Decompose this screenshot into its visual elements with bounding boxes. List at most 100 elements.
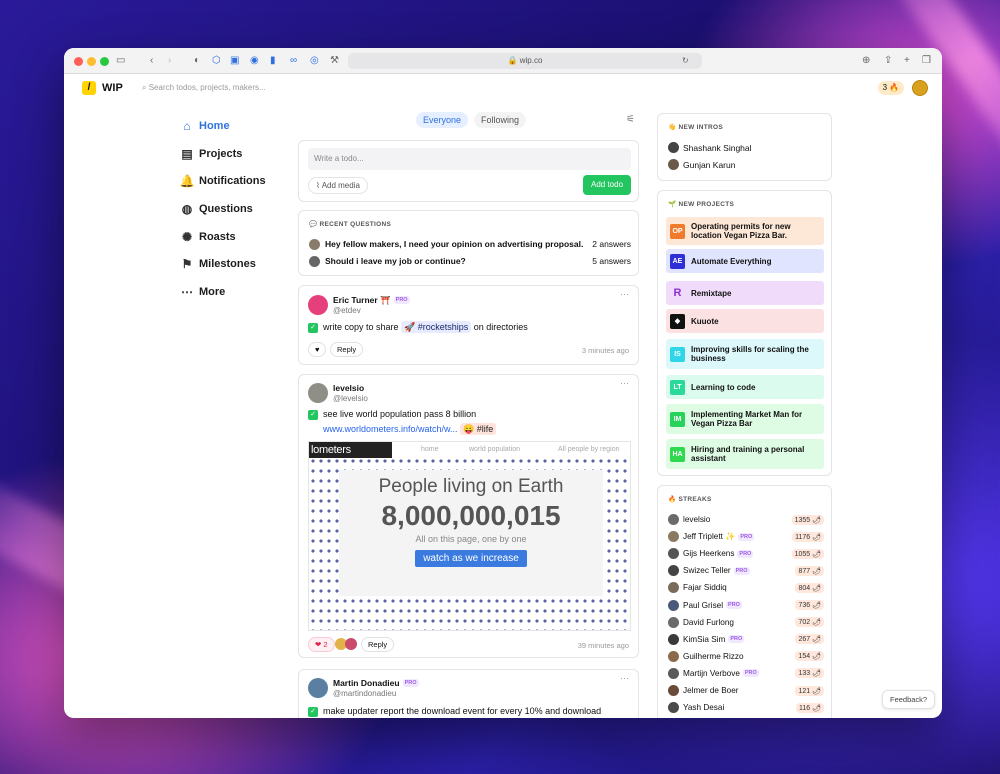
project-badge: ◆	[670, 313, 685, 329]
project-item[interactable]: LT Learning to code	[666, 375, 824, 399]
user-handle: @etdev	[333, 306, 361, 315]
more-options-icon[interactable]: ···	[620, 289, 629, 299]
avatar[interactable]	[308, 678, 328, 698]
streak-row[interactable]: Guilherme Rizzo 154 🌶	[668, 650, 824, 663]
wrench-icon[interactable]: ⚒	[330, 54, 339, 68]
streak-row[interactable]: Jeff Triplett ✨ PRO 1176 🌶	[668, 530, 824, 543]
question-row[interactable]: Hey fellow makers, I need your opinion o…	[309, 237, 631, 251]
reply-button[interactable]: Reply	[361, 637, 395, 652]
done-checkbox[interactable]: ✓	[308, 707, 318, 717]
sidebar-item-roasts[interactable]: ✺ Roasts	[178, 223, 288, 251]
minimize-window-button[interactable]	[87, 57, 96, 66]
more-options-icon[interactable]: ···	[620, 378, 629, 388]
reload-icon[interactable]: ↻	[682, 54, 689, 68]
feedback-button[interactable]: Feedback?	[882, 690, 936, 709]
streak-badge[interactable]: 3 🔥	[878, 81, 904, 95]
projects-icon: ▤	[181, 146, 193, 161]
answer-count: 2 answers	[592, 239, 631, 249]
project-item[interactable]: ◆ Kuuote	[666, 309, 824, 333]
add-todo-button[interactable]: Add todo	[583, 175, 631, 195]
streak-row[interactable]: Martijn Verbove PRO 133 🌶	[668, 667, 824, 680]
app-name[interactable]: WIP	[102, 81, 123, 95]
project-item[interactable]: IM Implementing Market Man for Vegan Pizz…	[666, 404, 824, 434]
intro-item[interactable]: Gunjan Karun	[668, 159, 735, 170]
streak-row[interactable]: Yash Desai 116 🌶	[668, 701, 824, 714]
add-media-button[interactable]: ⌇ Add media	[308, 177, 368, 194]
sidebar-item-more[interactable]: ⋯ More	[178, 278, 288, 306]
sidebar-item-label: Home	[199, 119, 230, 132]
project-item[interactable]: R Remixtape	[666, 281, 824, 305]
extension-icon[interactable]: ▮	[270, 54, 276, 68]
sidebar-item-notifications[interactable]: 🔔 Notifications	[178, 167, 288, 195]
user-name[interactable]: Eric Turner ⛩️ PRO	[333, 295, 410, 306]
close-window-button[interactable]	[74, 57, 83, 66]
done-checkbox[interactable]: ✓	[308, 410, 318, 420]
sidebar-item-home[interactable]: ⌂ Home	[178, 112, 288, 140]
tabs-icon[interactable]: ❐	[922, 54, 931, 68]
hashtag[interactable]: 😛 #life	[460, 423, 497, 435]
search-input[interactable]: ⌕ Search todos, projects, makers...	[142, 83, 266, 93]
streak-row[interactable]: Fajar Siddiq 804 🌶	[668, 581, 824, 594]
liker-avatar[interactable]	[345, 638, 357, 650]
question-title: Should i leave my job or continue?	[325, 256, 466, 266]
zoom-window-button[interactable]	[100, 57, 109, 66]
todo-input[interactable]: Write a todo...	[308, 148, 631, 170]
streak-row[interactable]: David Furlong 702 🌶	[668, 616, 824, 629]
sidebar-toggle-icon[interactable]: ▭	[116, 54, 125, 68]
avatar[interactable]	[308, 295, 328, 315]
done-checkbox[interactable]: ✓	[308, 323, 318, 333]
extension-icon[interactable]: ◉	[250, 54, 259, 68]
streak-row[interactable]: Swizec Teller PRO 877 🌶	[668, 564, 824, 577]
shield-icon[interactable]: ◐	[194, 54, 200, 68]
extension-icon[interactable]: ⬡	[212, 54, 221, 68]
like-button[interactable]: ♥	[308, 342, 327, 357]
tab-following[interactable]: Following	[474, 112, 527, 128]
avatar	[309, 255, 320, 267]
sidebar-item-projects[interactable]: ▤ Projects	[178, 140, 288, 168]
question-row[interactable]: Should i leave my job or continue? 5 answ…	[309, 254, 631, 268]
paperclip-icon: ⌇	[316, 181, 320, 190]
forward-icon[interactable]: ›	[168, 54, 171, 68]
streak-row[interactable]: Paul Grisel PRO 736 🌶	[668, 599, 824, 612]
new-tab-icon[interactable]: +	[904, 54, 910, 68]
extension-icon[interactable]: ▣	[230, 54, 239, 68]
project-item[interactable]: HA Hiring and training a personal assista…	[666, 439, 824, 469]
user-name[interactable]: levelsio	[333, 383, 364, 393]
streak-user-name: levelsio	[683, 515, 711, 524]
avatar	[668, 616, 679, 628]
user-name[interactable]: Martin Donadieu PRO	[333, 678, 419, 688]
reply-button[interactable]: Reply	[330, 342, 364, 357]
timestamp: 39 minutes ago	[577, 641, 629, 650]
avatar[interactable]	[912, 80, 928, 96]
streak-row[interactable]: KimSia Sim PRO 267 🌶	[668, 633, 824, 646]
hashtag[interactable]: 🚀 #rocketships	[401, 321, 472, 333]
user-handle: @levelsio	[333, 394, 368, 403]
more-options-icon[interactable]: ···	[620, 673, 629, 683]
share-icon[interactable]: ⇪	[884, 54, 892, 68]
download-icon[interactable]: ⊕	[862, 54, 870, 68]
extension-icon[interactable]: ◎	[310, 54, 319, 68]
avatar[interactable]	[308, 383, 328, 403]
wip-logo[interactable]: /	[82, 81, 96, 95]
intro-item[interactable]: Shashank Singhal	[668, 142, 752, 153]
link-icon[interactable]: ∞	[290, 54, 297, 68]
streak-row[interactable]: Jelmer de Boer 121 🌶	[668, 684, 824, 697]
like-button[interactable]: ❤ 2	[308, 637, 335, 652]
project-item[interactable]: OP Operating permits for new location Veg…	[666, 217, 824, 245]
sidebar-item-questions[interactable]: ◍ Questions	[178, 195, 288, 223]
sidebar-item-label: Roasts	[199, 230, 236, 243]
address-bar[interactable]: 🔒 wip.co	[348, 53, 702, 69]
tab-everyone[interactable]: Everyone	[416, 112, 469, 128]
todo-link[interactable]: www.worldometers.info/watch/w...	[323, 424, 458, 434]
streak-row[interactable]: Gijs Heerkens PRO 1055 🌶	[668, 547, 824, 560]
streak-row[interactable]: levelsio 1355 🌶	[668, 513, 824, 526]
avatar	[309, 238, 320, 250]
project-badge: IS	[670, 346, 685, 362]
project-badge: OP	[670, 223, 685, 239]
sidebar-item-milestones[interactable]: ⚑ Milestones	[178, 250, 288, 278]
back-icon[interactable]: ‹	[150, 54, 153, 68]
project-item[interactable]: IS Improving skills for scaling the busin…	[666, 339, 824, 369]
link-preview-image[interactable]: lometers home world population All peopl…	[308, 441, 631, 631]
filter-icon[interactable]: ⚟	[626, 114, 635, 125]
project-item[interactable]: AE Automate Everything	[666, 249, 824, 273]
